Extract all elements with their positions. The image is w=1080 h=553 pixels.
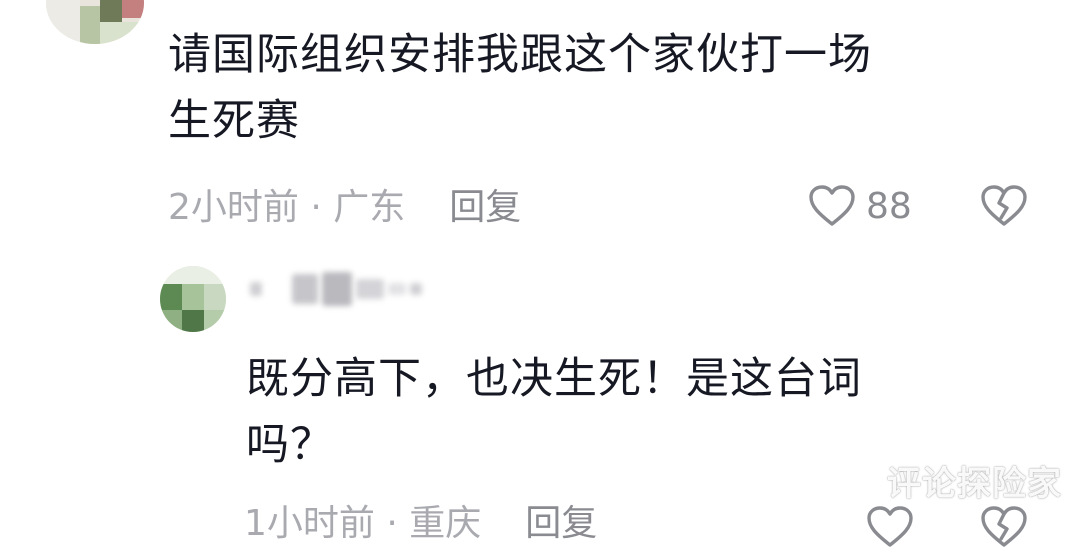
username-redacted[interactable] [250, 272, 422, 306]
like-button[interactable]: 88 [808, 184, 912, 228]
avatar-pixel [160, 310, 182, 332]
dislike-button[interactable] [980, 184, 1028, 232]
avatar-pixel [46, 0, 80, 44]
avatar-pixel [80, 6, 100, 44]
comment-time-location: 2小时前 · 广东 [168, 187, 406, 228]
heart-icon [809, 185, 855, 226]
avatar[interactable] [46, 0, 144, 44]
redacted-block [410, 283, 422, 295]
broken-heart-icon [981, 185, 1027, 226]
redacted-block [250, 282, 262, 296]
redacted-block [266, 284, 288, 294]
reply-button[interactable]: 回复 [525, 503, 597, 544]
redacted-block [292, 274, 318, 304]
comment-meta: 2小时前 · 广东 回复 [168, 186, 521, 230]
redacted-block [356, 279, 384, 299]
avatar-pixel [122, 0, 144, 18]
broken-heart-icon [981, 506, 1027, 547]
avatar-pixel [100, 0, 122, 22]
avatar[interactable] [160, 266, 226, 332]
reply-button[interactable]: 回复 [449, 187, 521, 228]
avatar-pixel [204, 310, 226, 332]
dislike-button[interactable] [980, 505, 1028, 553]
like-button[interactable] [866, 505, 914, 553]
redacted-block [388, 283, 406, 295]
avatar-pixel [160, 284, 182, 310]
avatar-pixel [182, 310, 204, 332]
avatar-pixel [182, 284, 204, 310]
avatar-pixel [204, 284, 226, 310]
avatar-pixel [160, 266, 226, 284]
redacted-block [322, 272, 352, 306]
reply-time-location: 1小时前 · 重庆 [244, 503, 482, 544]
watermark: 评论探险家 [887, 464, 1062, 504]
heart-icon [867, 506, 913, 547]
reply-meta: 1小时前 · 重庆 回复 [244, 502, 597, 546]
like-count: 88 [866, 185, 912, 227]
comment-text: 请国际组织安排我跟这个家伙打一场 生死赛 [168, 30, 872, 146]
avatar-pixel [100, 22, 144, 44]
